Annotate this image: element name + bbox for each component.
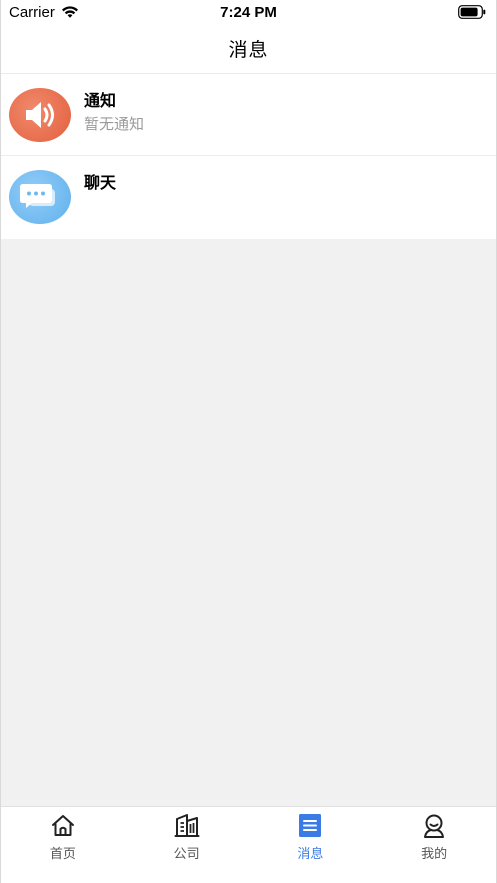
battery-icon xyxy=(458,5,486,19)
tab-profile[interactable]: 我的 xyxy=(372,807,496,883)
page-title: 消息 xyxy=(228,39,269,61)
chat-text: 聊天 xyxy=(84,172,116,194)
tab-company[interactable]: 公司 xyxy=(125,807,249,883)
list-item-chat[interactable]: 聊天 xyxy=(1,156,496,239)
tab-bar: 首页 公司 消息 我的 xyxy=(1,806,496,883)
notice-subtitle: 暂无通知 xyxy=(84,115,145,133)
message-list: 通知 暂无通知 聊天 xyxy=(1,74,496,239)
chat-avatar xyxy=(9,170,71,224)
list-item-notice[interactable]: 通知 暂无通知 xyxy=(1,74,496,156)
building-icon xyxy=(174,814,200,837)
notice-title: 通知 xyxy=(84,91,117,110)
tab-profile-label: 我的 xyxy=(421,847,448,862)
notice-text: 通知 暂无通知 xyxy=(84,90,144,135)
tab-home-label: 首页 xyxy=(49,847,76,862)
nav-header: 消息 xyxy=(1,24,496,74)
profile-icon xyxy=(424,814,445,838)
carrier-label: Carrier xyxy=(9,3,55,21)
wifi-icon xyxy=(61,6,78,18)
status-time: 7:24 PM xyxy=(220,3,277,21)
chat-bubble-icon xyxy=(20,184,55,208)
home-icon xyxy=(51,815,74,836)
notice-avatar xyxy=(9,88,71,142)
tab-messages-label: 消息 xyxy=(297,847,324,862)
status-left: Carrier xyxy=(1,0,79,24)
tab-company-label: 公司 xyxy=(173,847,200,862)
speaker-icon xyxy=(26,102,54,128)
message-list-icon xyxy=(299,814,322,837)
tab-home[interactable]: 首页 xyxy=(1,807,125,883)
tab-messages[interactable]: 消息 xyxy=(249,807,373,883)
chat-title: 聊天 xyxy=(84,173,117,192)
status-bar: Carrier 7:24 PM xyxy=(1,0,496,24)
